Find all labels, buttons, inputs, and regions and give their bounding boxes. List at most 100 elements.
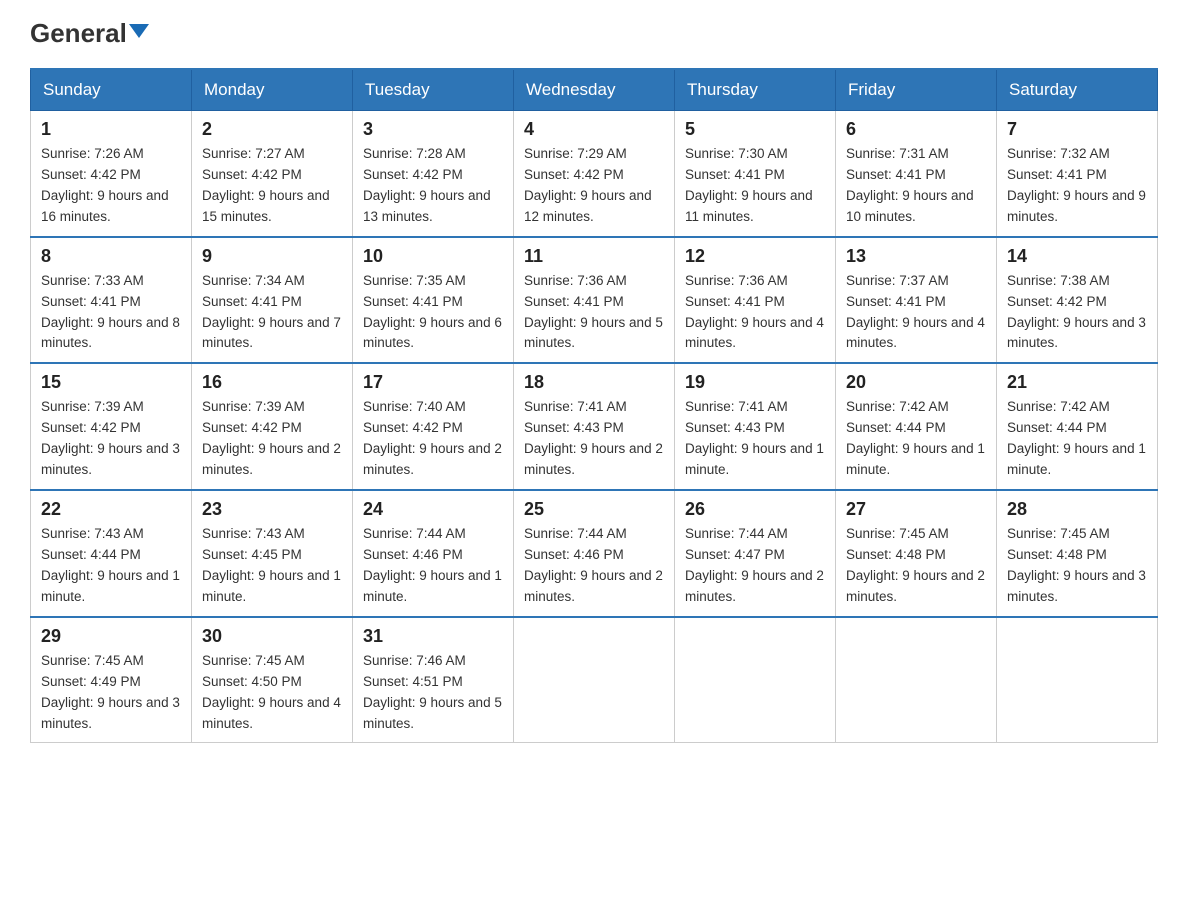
day-info: Sunrise: 7:26 AMSunset: 4:42 PMDaylight:…	[41, 144, 181, 228]
day-info: Sunrise: 7:43 AMSunset: 4:45 PMDaylight:…	[202, 524, 342, 608]
day-info: Sunrise: 7:36 AMSunset: 4:41 PMDaylight:…	[685, 271, 825, 355]
calendar-header-monday: Monday	[192, 69, 353, 111]
day-info: Sunrise: 7:39 AMSunset: 4:42 PMDaylight:…	[202, 397, 342, 481]
day-info: Sunrise: 7:33 AMSunset: 4:41 PMDaylight:…	[41, 271, 181, 355]
calendar-cell	[514, 617, 675, 743]
calendar-header-wednesday: Wednesday	[514, 69, 675, 111]
calendar-cell: 16 Sunrise: 7:39 AMSunset: 4:42 PMDayligh…	[192, 363, 353, 490]
day-info: Sunrise: 7:27 AMSunset: 4:42 PMDaylight:…	[202, 144, 342, 228]
day-number: 10	[363, 246, 503, 267]
calendar-week-2: 8 Sunrise: 7:33 AMSunset: 4:41 PMDaylight…	[31, 237, 1158, 364]
day-number: 22	[41, 499, 181, 520]
day-number: 8	[41, 246, 181, 267]
calendar-cell: 31 Sunrise: 7:46 AMSunset: 4:51 PMDayligh…	[353, 617, 514, 743]
day-info: Sunrise: 7:37 AMSunset: 4:41 PMDaylight:…	[846, 271, 986, 355]
day-number: 25	[524, 499, 664, 520]
day-number: 12	[685, 246, 825, 267]
calendar-cell: 11 Sunrise: 7:36 AMSunset: 4:41 PMDayligh…	[514, 237, 675, 364]
calendar-cell: 28Sunrise: 7:45 AMSunset: 4:48 PMDayligh…	[997, 490, 1158, 617]
calendar-header-thursday: Thursday	[675, 69, 836, 111]
day-number: 20	[846, 372, 986, 393]
calendar-cell: 27Sunrise: 7:45 AMSunset: 4:48 PMDayligh…	[836, 490, 997, 617]
page-header: General	[30, 20, 1158, 48]
day-number: 29	[41, 626, 181, 647]
day-info: Sunrise: 7:32 AMSunset: 4:41 PMDaylight:…	[1007, 144, 1147, 228]
calendar-cell: 14 Sunrise: 7:38 AMSunset: 4:42 PMDayligh…	[997, 237, 1158, 364]
calendar-cell	[675, 617, 836, 743]
day-number: 9	[202, 246, 342, 267]
logo-general: General	[30, 20, 149, 46]
day-number: 26	[685, 499, 825, 520]
day-number: 7	[1007, 119, 1147, 140]
day-info: Sunrise: 7:28 AMSunset: 4:42 PMDaylight:…	[363, 144, 503, 228]
calendar-cell: 1Sunrise: 7:26 AMSunset: 4:42 PMDaylight…	[31, 111, 192, 237]
day-info: Sunrise: 7:45 AMSunset: 4:49 PMDaylight:…	[41, 651, 181, 735]
day-info: Sunrise: 7:43 AMSunset: 4:44 PMDaylight:…	[41, 524, 181, 608]
day-number: 21	[1007, 372, 1147, 393]
day-info: Sunrise: 7:35 AMSunset: 4:41 PMDaylight:…	[363, 271, 503, 355]
calendar-cell: 30 Sunrise: 7:45 AMSunset: 4:50 PMDayligh…	[192, 617, 353, 743]
day-number: 17	[363, 372, 503, 393]
calendar-cell: 20 Sunrise: 7:42 AMSunset: 4:44 PMDayligh…	[836, 363, 997, 490]
day-number: 15	[41, 372, 181, 393]
logo: General	[30, 20, 149, 48]
calendar-cell: 23 Sunrise: 7:43 AMSunset: 4:45 PMDayligh…	[192, 490, 353, 617]
calendar-header-tuesday: Tuesday	[353, 69, 514, 111]
day-info: Sunrise: 7:34 AMSunset: 4:41 PMDaylight:…	[202, 271, 342, 355]
calendar-cell: 13 Sunrise: 7:37 AMSunset: 4:41 PMDayligh…	[836, 237, 997, 364]
day-info: Sunrise: 7:44 AMSunset: 4:46 PMDaylight:…	[363, 524, 503, 608]
day-info: Sunrise: 7:40 AMSunset: 4:42 PMDaylight:…	[363, 397, 503, 481]
calendar-cell: 12 Sunrise: 7:36 AMSunset: 4:41 PMDayligh…	[675, 237, 836, 364]
calendar-cell: 10 Sunrise: 7:35 AMSunset: 4:41 PMDayligh…	[353, 237, 514, 364]
day-number: 2	[202, 119, 342, 140]
calendar-week-4: 22 Sunrise: 7:43 AMSunset: 4:44 PMDayligh…	[31, 490, 1158, 617]
calendar-cell: 5 Sunrise: 7:30 AMSunset: 4:41 PMDaylight…	[675, 111, 836, 237]
day-info: Sunrise: 7:36 AMSunset: 4:41 PMDaylight:…	[524, 271, 664, 355]
calendar-cell: 25Sunrise: 7:44 AMSunset: 4:46 PMDayligh…	[514, 490, 675, 617]
day-number: 27	[846, 499, 986, 520]
day-info: Sunrise: 7:46 AMSunset: 4:51 PMDaylight:…	[363, 651, 503, 735]
day-number: 3	[363, 119, 503, 140]
day-info: Sunrise: 7:41 AMSunset: 4:43 PMDaylight:…	[685, 397, 825, 481]
day-info: Sunrise: 7:41 AMSunset: 4:43 PMDaylight:…	[524, 397, 664, 481]
day-number: 23	[202, 499, 342, 520]
calendar-cell: 22 Sunrise: 7:43 AMSunset: 4:44 PMDayligh…	[31, 490, 192, 617]
calendar-week-1: 1Sunrise: 7:26 AMSunset: 4:42 PMDaylight…	[31, 111, 1158, 237]
calendar-week-3: 15 Sunrise: 7:39 AMSunset: 4:42 PMDayligh…	[31, 363, 1158, 490]
logo-triangle-icon	[129, 24, 149, 38]
day-number: 30	[202, 626, 342, 647]
calendar-header-row: SundayMondayTuesdayWednesdayThursdayFrid…	[31, 69, 1158, 111]
calendar-cell: 4Sunrise: 7:29 AMSunset: 4:42 PMDaylight…	[514, 111, 675, 237]
day-info: Sunrise: 7:31 AMSunset: 4:41 PMDaylight:…	[846, 144, 986, 228]
calendar-table: SundayMondayTuesdayWednesdayThursdayFrid…	[30, 68, 1158, 743]
day-number: 31	[363, 626, 503, 647]
calendar-cell: 8 Sunrise: 7:33 AMSunset: 4:41 PMDaylight…	[31, 237, 192, 364]
calendar-header-friday: Friday	[836, 69, 997, 111]
day-info: Sunrise: 7:42 AMSunset: 4:44 PMDaylight:…	[1007, 397, 1147, 481]
calendar-cell: 26Sunrise: 7:44 AMSunset: 4:47 PMDayligh…	[675, 490, 836, 617]
day-number: 5	[685, 119, 825, 140]
day-info: Sunrise: 7:45 AMSunset: 4:50 PMDaylight:…	[202, 651, 342, 735]
calendar-cell: 7 Sunrise: 7:32 AMSunset: 4:41 PMDaylight…	[997, 111, 1158, 237]
calendar-cell: 24 Sunrise: 7:44 AMSunset: 4:46 PMDayligh…	[353, 490, 514, 617]
calendar-cell: 9 Sunrise: 7:34 AMSunset: 4:41 PMDaylight…	[192, 237, 353, 364]
calendar-cell: 18Sunrise: 7:41 AMSunset: 4:43 PMDayligh…	[514, 363, 675, 490]
day-number: 13	[846, 246, 986, 267]
day-number: 16	[202, 372, 342, 393]
day-info: Sunrise: 7:30 AMSunset: 4:41 PMDaylight:…	[685, 144, 825, 228]
calendar-cell: 17 Sunrise: 7:40 AMSunset: 4:42 PMDayligh…	[353, 363, 514, 490]
calendar-cell: 15Sunrise: 7:39 AMSunset: 4:42 PMDayligh…	[31, 363, 192, 490]
day-number: 24	[363, 499, 503, 520]
calendar-cell: 6 Sunrise: 7:31 AMSunset: 4:41 PMDaylight…	[836, 111, 997, 237]
day-number: 11	[524, 246, 664, 267]
calendar-header-sunday: Sunday	[31, 69, 192, 111]
calendar-header-saturday: Saturday	[997, 69, 1158, 111]
day-number: 19	[685, 372, 825, 393]
day-number: 14	[1007, 246, 1147, 267]
day-info: Sunrise: 7:42 AMSunset: 4:44 PMDaylight:…	[846, 397, 986, 481]
calendar-cell: 3 Sunrise: 7:28 AMSunset: 4:42 PMDaylight…	[353, 111, 514, 237]
calendar-cell: 29 Sunrise: 7:45 AMSunset: 4:49 PMDayligh…	[31, 617, 192, 743]
calendar-week-5: 29 Sunrise: 7:45 AMSunset: 4:49 PMDayligh…	[31, 617, 1158, 743]
day-number: 6	[846, 119, 986, 140]
day-info: Sunrise: 7:38 AMSunset: 4:42 PMDaylight:…	[1007, 271, 1147, 355]
